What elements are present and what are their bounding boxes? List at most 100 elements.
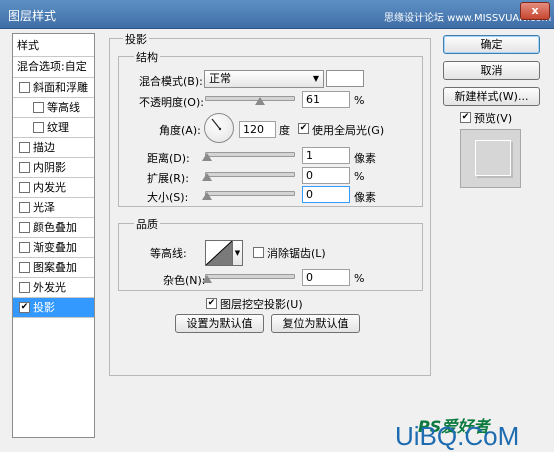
noise-unit: % [354, 272, 365, 285]
style-preview [460, 129, 521, 188]
sidebar-item-label: 描边 [33, 141, 55, 154]
sidebar-item[interactable]: 外发光 [13, 278, 94, 297]
noise-slider[interactable] [202, 270, 295, 284]
slider-thumb[interactable] [202, 153, 212, 161]
make-default-button[interactable]: 设置为默认值 [175, 314, 264, 333]
style-checkbox[interactable] [19, 222, 30, 233]
sidebar-item-label: 内阴影 [33, 161, 66, 174]
checkmark-icon: ✔ [207, 298, 216, 308]
style-checkbox[interactable] [19, 162, 30, 173]
anti-alias-label: 消除锯齿(L) [267, 247, 326, 260]
style-checkbox[interactable] [19, 82, 30, 93]
sidebar-item[interactable]: 描边 [13, 138, 94, 157]
sidebar-item-label: 纹理 [47, 121, 69, 134]
slider-thumb[interactable] [254, 97, 265, 105]
size-unit: 像素 [354, 191, 376, 204]
style-checkbox[interactable] [19, 202, 30, 213]
preview-swatch [475, 140, 511, 176]
slider-track [205, 274, 295, 279]
sidebar-item-label: 投影 [33, 301, 55, 314]
style-checkbox[interactable] [19, 242, 30, 253]
slider-track [205, 172, 295, 177]
size-label: 大小(S): [147, 191, 189, 204]
structure-title: 结构 [134, 49, 160, 65]
angle-field[interactable]: 120 [239, 121, 276, 138]
checkmark-icon: ✔ [20, 302, 29, 312]
contour-dropdown-arrow-icon[interactable]: ▼ [233, 240, 243, 266]
slider-thumb[interactable] [202, 173, 212, 181]
angle-label: 角度(A): [159, 124, 201, 137]
spread-unit: % [354, 170, 365, 183]
style-checkbox[interactable]: ✔ [19, 302, 30, 313]
slider-track [205, 152, 295, 157]
divider [13, 317, 94, 318]
anti-alias-checkbox[interactable] [253, 247, 264, 258]
brand-watermark: UiBQ.CoM [395, 421, 520, 451]
spread-slider[interactable] [202, 168, 295, 182]
size-field[interactable]: 0 [302, 186, 350, 203]
angle-dial[interactable] [204, 113, 234, 143]
opacity-field[interactable]: 61 [302, 91, 350, 108]
opacity-label: 不透明度(O): [139, 96, 204, 109]
sidebar-item[interactable]: 光泽 [13, 198, 94, 217]
distance-label: 距离(D): [147, 152, 190, 165]
shadow-color-swatch[interactable] [326, 70, 364, 87]
drop-shadow-title: 投影 [123, 31, 149, 47]
angle-needle-icon [211, 118, 222, 131]
sidebar-item[interactable]: ✔ 投影 [13, 298, 94, 317]
styles-header[interactable]: 样式 [13, 36, 98, 55]
knockout-checkbox[interactable]: ✔ [206, 298, 217, 309]
sidebar-item-label: 光泽 [33, 201, 55, 214]
style-checkbox[interactable] [19, 282, 30, 293]
sidebar-item[interactable]: 内阴影 [13, 158, 94, 177]
noise-label: 杂色(N): [163, 274, 206, 287]
style-checkbox[interactable] [19, 262, 30, 273]
contour-picker[interactable] [205, 240, 233, 266]
reset-default-button[interactable]: 复位为默认值 [271, 314, 360, 333]
knockout-label: 图层挖空投影(U) [220, 298, 303, 311]
distance-slider[interactable] [202, 148, 295, 162]
style-checkbox[interactable] [19, 142, 30, 153]
slider-thumb[interactable] [202, 275, 212, 283]
chevron-down-icon: ▼ [312, 74, 319, 83]
noise-field[interactable]: 0 [302, 269, 350, 286]
slider-track [205, 96, 295, 101]
opacity-slider[interactable] [205, 92, 295, 106]
sidebar-item[interactable]: 斜面和浮雕 [13, 78, 94, 97]
spread-field[interactable]: 0 [302, 167, 350, 184]
style-checkbox[interactable] [33, 102, 44, 113]
blend-mode-select[interactable]: 正常 ▼ [204, 70, 324, 88]
angle-unit: 度 [279, 124, 290, 137]
ok-button[interactable]: 确定 [443, 35, 540, 54]
new-style-button[interactable]: 新建样式(W)... [443, 87, 540, 106]
style-checkbox[interactable] [33, 122, 44, 133]
checkmark-icon: ✔ [461, 112, 470, 122]
global-light-checkbox[interactable]: ✔ [298, 123, 309, 134]
slider-thumb[interactable] [202, 192, 212, 200]
preview-label: 预览(V) [474, 112, 513, 125]
preview-checkbox[interactable]: ✔ [460, 112, 471, 123]
distance-field[interactable]: 1 [302, 147, 350, 164]
size-slider[interactable] [202, 187, 295, 201]
blend-mode-value: 正常 [209, 72, 231, 85]
window-title: 图层样式 [8, 9, 57, 23]
sidebar-item[interactable]: 颜色叠加 [13, 218, 94, 237]
sidebar-item-label: 图案叠加 [33, 261, 77, 274]
close-button[interactable]: x [520, 2, 550, 20]
blend-options-item[interactable]: 混合选项:自定 [13, 57, 98, 76]
sidebar-item-label: 斜面和浮雕 [33, 81, 88, 94]
percent-unit: % [354, 94, 365, 107]
sidebar-item[interactable]: 渐变叠加 [13, 238, 94, 257]
cancel-button[interactable]: 取消 [443, 61, 540, 80]
contour-curve-icon [206, 241, 232, 265]
sidebar-item[interactable]: 纹理 [13, 118, 94, 137]
global-light-label: 使用全局光(G) [312, 124, 385, 137]
style-checkbox[interactable] [19, 182, 30, 193]
sidebar-item[interactable]: 图案叠加 [13, 258, 94, 277]
sidebar-item[interactable]: 内发光 [13, 178, 94, 197]
checkmark-icon: ✔ [299, 123, 308, 133]
slider-track [205, 191, 295, 196]
style-list: 样式 混合选项:自定 斜面和浮雕等高线纹理描边内阴影内发光光泽颜色叠加 渐变叠加图… [12, 33, 95, 438]
sidebar-item[interactable]: 等高线 [13, 98, 94, 117]
quality-title: 品质 [134, 216, 160, 232]
